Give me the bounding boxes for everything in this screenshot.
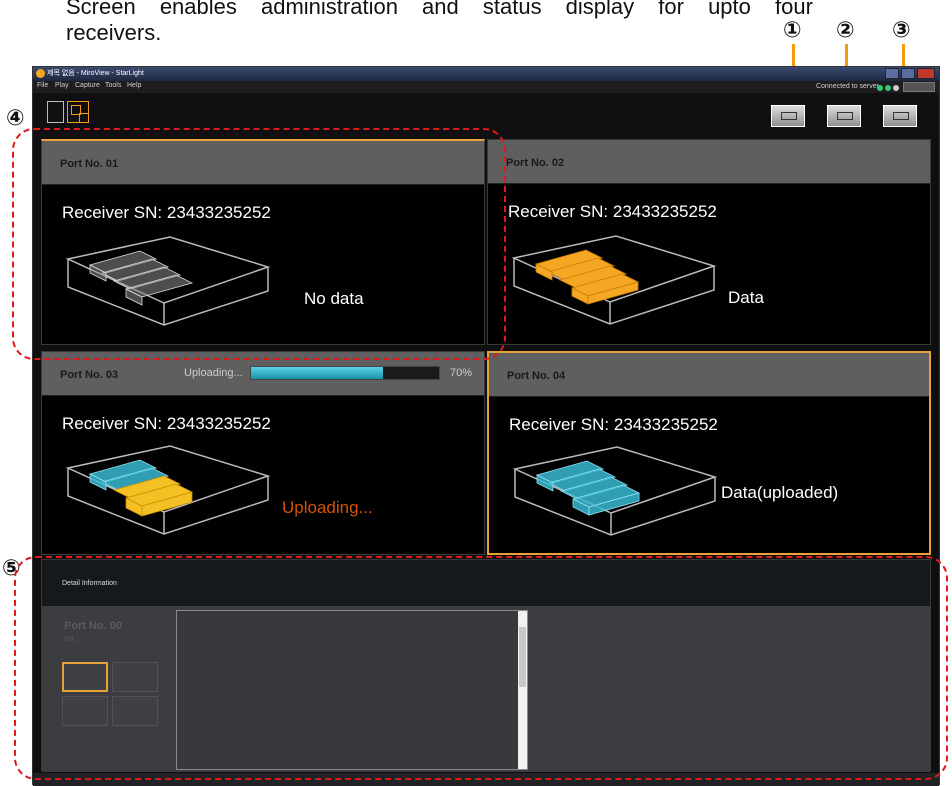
- port-header: Port No. 02: [488, 140, 930, 184]
- receiver-settings-button[interactable]: [827, 105, 861, 127]
- menu-capture[interactable]: Capture: [75, 82, 100, 89]
- receiver-sn: Receiver SN: 23433235252: [62, 414, 271, 433]
- user-button[interactable]: [903, 82, 935, 92]
- list-icon: [893, 112, 909, 120]
- menu-play[interactable]: Play: [55, 82, 69, 89]
- port-status: Data: [728, 288, 764, 307]
- window-title: 제목 없음 - MiroView - StarLight: [47, 70, 144, 77]
- callout-marker-3: ③: [892, 18, 911, 43]
- receiver-list-button[interactable]: [883, 105, 917, 127]
- upload-button[interactable]: [771, 105, 805, 127]
- doc-caption-line2: receivers.: [66, 20, 162, 45]
- menu-tools[interactable]: Tools: [105, 82, 121, 89]
- callout-marker-1: ①: [783, 18, 802, 43]
- port-header: Port No. 04: [489, 353, 929, 397]
- port-status: Data(uploaded): [721, 483, 839, 502]
- port-title: Port No. 04: [507, 370, 566, 382]
- upload-percent: 70%: [450, 367, 473, 379]
- receiver-uploaded-icon: [512, 446, 718, 536]
- menu-file[interactable]: File: [37, 82, 48, 89]
- callout-marker-4: ④: [6, 106, 25, 131]
- port-panel-02[interactable]: Port No. 02 Receiver SN: 23433235252 Dat…: [487, 139, 931, 345]
- connection-status: Connected to server: [815, 83, 879, 90]
- receiver-uploading-icon: [65, 445, 271, 535]
- port-title: Port No. 02: [506, 157, 565, 169]
- receiver-data-icon: [511, 235, 717, 325]
- callout-marker-2: ②: [836, 18, 855, 43]
- window-controls: [885, 68, 935, 79]
- receiver-sn: Receiver SN: 23433235252: [508, 202, 717, 221]
- title-bar: 제목 없음 - MiroView - StarLight: [33, 67, 939, 81]
- port-status: Uploading...: [282, 498, 373, 517]
- doc-caption-line1: Screen enables administration and status…: [66, 0, 813, 19]
- highlight-detail-area: [14, 556, 948, 780]
- multi-view-icon[interactable]: [67, 101, 89, 123]
- app-logo-icon: [36, 69, 45, 78]
- receiver-icon: [837, 112, 853, 120]
- progress-fill: [251, 367, 383, 379]
- connection-indicator-icon: [877, 85, 899, 91]
- port-panel-03[interactable]: Port No. 03 Uploading... 70% Receiver SN…: [41, 351, 485, 555]
- minimize-button[interactable]: [885, 68, 899, 79]
- upload-progress-bar: [250, 366, 440, 380]
- menu-help[interactable]: Help: [127, 82, 141, 89]
- port-title: Port No. 03: [60, 369, 119, 381]
- upload-label: Uploading...: [184, 367, 243, 379]
- upload-icon: [781, 112, 797, 120]
- receiver-sn: Receiver SN: 23433235252: [509, 415, 718, 434]
- single-view-icon[interactable]: [47, 101, 64, 123]
- port-panel-04[interactable]: Port No. 04 Receiver SN: 23433235252 Dat…: [487, 351, 931, 555]
- close-button[interactable]: [917, 68, 935, 79]
- highlight-port-area: [12, 128, 506, 360]
- menu-bar: File Play Capture Tools Help: [33, 81, 939, 93]
- maximize-button[interactable]: [901, 68, 915, 79]
